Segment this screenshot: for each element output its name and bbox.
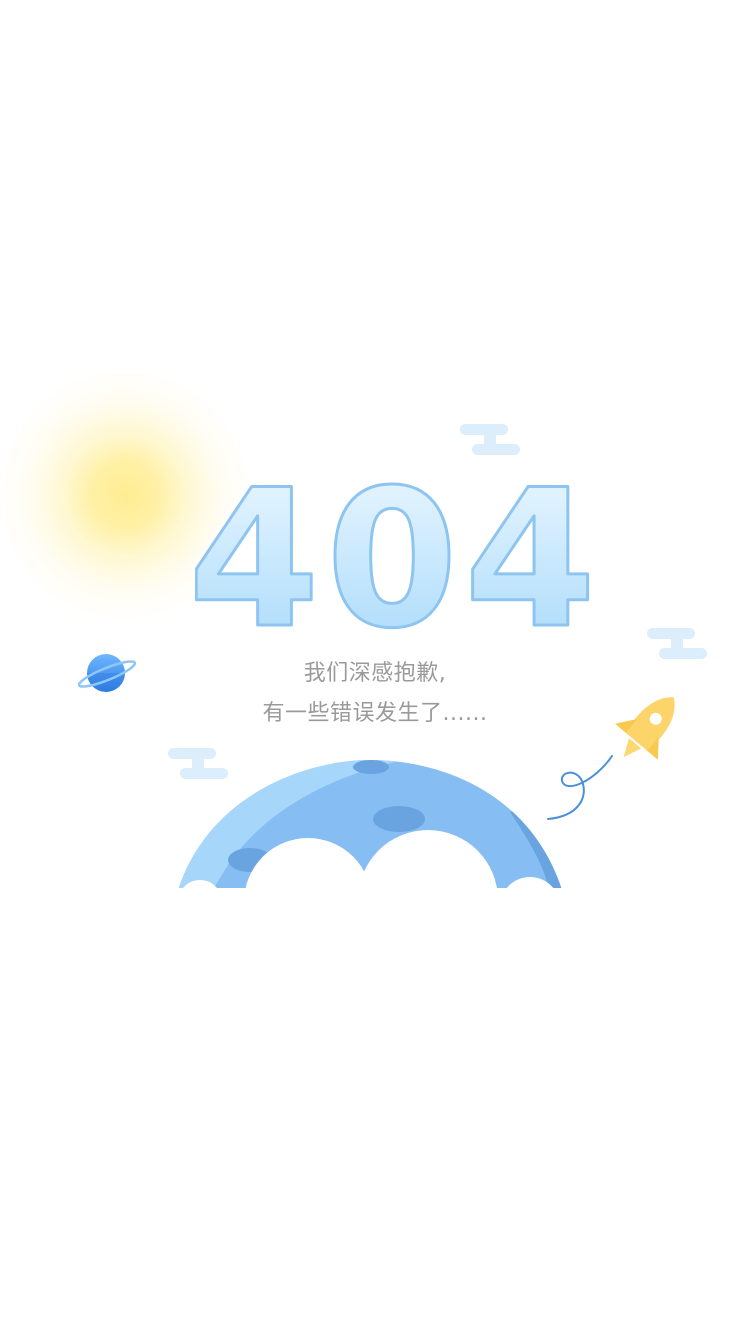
error-code-text: 404 [195,462,595,642]
moon-illustration [170,760,570,894]
planet-icon [77,654,137,692]
error-code: 404 [195,462,595,642]
cloud-icon [460,424,520,456]
error-page: 404 我们深感抱歉, 有一些错误发生了...... [0,0,750,1334]
